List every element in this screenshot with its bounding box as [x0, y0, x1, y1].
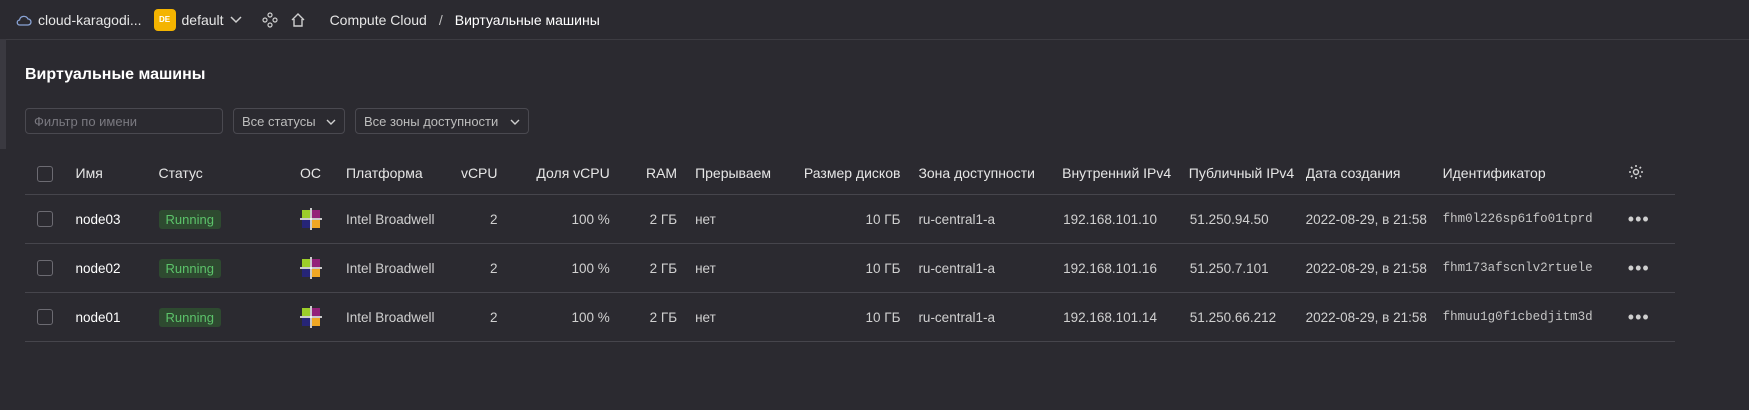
status-filter-label: Все статусы	[242, 113, 316, 129]
platform: Intel Broadwell	[345, 243, 453, 293]
column-header[interactable]: vCPU	[452, 152, 498, 195]
filter-bar: Все статусы Все зоны доступности	[25, 108, 1749, 134]
preemptible: нет	[677, 292, 772, 342]
breadcrumb-compute-cloud[interactable]: Compute Cloud	[330, 12, 427, 28]
centos-icon	[299, 306, 346, 328]
column-header[interactable]: Зона доступности	[900, 152, 1045, 195]
zone: ru-central1-a	[900, 194, 1045, 244]
column-header[interactable]: Дата создания	[1305, 152, 1443, 195]
status-filter-select[interactable]: Все статусы	[233, 108, 345, 134]
cloud-icon	[16, 14, 32, 26]
row-checkbox[interactable]	[37, 211, 53, 228]
ram: 2 ГБ	[609, 194, 678, 244]
table-row[interactable]: node02 Running Intel Broadwell 2 100 % 2…	[25, 243, 1675, 293]
vm-id: fhm173afscnlv2rtuele	[1442, 243, 1628, 293]
column-header[interactable]: Публичный IPv4	[1178, 152, 1306, 195]
name-filter-input[interactable]	[25, 108, 223, 134]
row-checkbox[interactable]	[37, 260, 53, 277]
breadcrumb-current: Виртуальные машины	[454, 11, 600, 28]
centos-icon	[299, 208, 346, 230]
top-bar: cloud-karagodi... DE default Compute Clo…	[0, 0, 1749, 40]
chevron-down-icon	[326, 114, 336, 129]
created-date: 2022-08-29, в 21:58	[1305, 243, 1443, 293]
zone-filter-label: Все зоны доступности	[364, 113, 499, 129]
public-ip: 51.250.7.101	[1178, 243, 1306, 293]
table-header-row: Имя Статус ОС Платформа vCPU Доля vCPU R…	[25, 152, 1675, 195]
folder-name: default	[181, 11, 224, 28]
public-ip: 51.250.66.212	[1178, 292, 1306, 342]
vm-name[interactable]: node01	[75, 292, 159, 342]
internal-ip: 192.168.101.16	[1044, 243, 1179, 293]
disk-size: 10 ГБ	[771, 292, 901, 342]
select-all-checkbox[interactable]	[37, 165, 53, 182]
ram: 2 ГБ	[609, 243, 678, 293]
created-date: 2022-08-29, в 21:58	[1305, 194, 1443, 244]
vm-name[interactable]: node03	[75, 194, 159, 244]
preemptible: нет	[677, 243, 772, 293]
platform: Intel Broadwell	[345, 292, 453, 342]
centos-icon	[299, 257, 346, 279]
folder-selector[interactable]: DE default	[153, 8, 242, 31]
page-title: Виртуальные машины	[25, 66, 206, 83]
main-content: Виртуальные машины Все статусы Все зоны …	[0, 66, 1749, 342]
table-row[interactable]: node01 Running Intel Broadwell 2 100 % 2…	[25, 292, 1675, 342]
chevron-down-icon	[230, 15, 242, 24]
vm-table: Имя Статус ОС Платформа vCPU Доля vCPU R…	[25, 152, 1675, 342]
breadcrumb-separator: /	[438, 11, 443, 28]
internal-ip: 192.168.101.10	[1044, 194, 1179, 244]
column-header[interactable]: Платформа	[345, 152, 453, 195]
vm-name[interactable]: node02	[75, 243, 159, 293]
zone: ru-central1-a	[900, 243, 1045, 293]
ram: 2 ГБ	[609, 292, 678, 342]
status-badge: Running	[158, 258, 221, 278]
gear-icon[interactable]	[1628, 164, 1644, 183]
disk-size: 10 ГБ	[771, 194, 901, 244]
vm-id: fhmuu1g0f1cbedjitm3d	[1442, 292, 1628, 342]
column-header[interactable]: Внутренний IPv4	[1044, 152, 1179, 195]
preemptible: нет	[677, 194, 772, 244]
zone-filter-select[interactable]: Все зоны доступности	[355, 108, 529, 134]
column-header[interactable]: Доля vCPU	[497, 152, 610, 195]
column-header[interactable]: RAM	[609, 152, 678, 195]
folder-badge: DE	[153, 8, 176, 31]
cloud-name: cloud-karagodi...	[38, 11, 142, 28]
platform: Intel Broadwell	[345, 194, 453, 244]
row-menu-button[interactable]: •••	[1628, 307, 1650, 327]
column-header[interactable]: Статус	[158, 152, 300, 195]
column-header[interactable]: Размер дисков	[771, 152, 901, 195]
column-header[interactable]: Имя	[75, 152, 159, 195]
status-badge: Running	[158, 209, 221, 229]
status-badge: Running	[158, 307, 221, 327]
created-date: 2022-08-29, в 21:58	[1305, 292, 1443, 342]
vcpu-share: 100 %	[497, 243, 610, 293]
vcpu: 2	[452, 243, 498, 293]
column-header[interactable]: ОС	[299, 152, 346, 195]
table-row[interactable]: node03 Running Intel Broadwell 2 100 % 2…	[25, 194, 1675, 244]
column-header[interactable]: Прерываемая	[677, 152, 772, 195]
zone: ru-central1-a	[900, 292, 1045, 342]
home-icon[interactable]	[290, 12, 306, 28]
cloud-selector[interactable]: cloud-karagodi...	[16, 12, 142, 28]
public-ip: 51.250.94.50	[1178, 194, 1306, 244]
row-menu-button[interactable]: •••	[1628, 209, 1650, 229]
vcpu-share: 100 %	[497, 292, 610, 342]
column-header[interactable]: Идентификатор	[1442, 152, 1628, 195]
vcpu: 2	[452, 292, 498, 342]
services-icon[interactable]	[261, 11, 278, 28]
chevron-down-icon	[510, 114, 520, 129]
disk-size: 10 ГБ	[771, 243, 901, 293]
vm-id: fhm0l226sp61fo01tprd	[1442, 194, 1628, 244]
row-checkbox[interactable]	[37, 309, 53, 326]
breadcrumb: Compute Cloud / Виртуальные машины	[330, 12, 600, 28]
vcpu-share: 100 %	[497, 194, 610, 244]
row-menu-button[interactable]: •••	[1628, 258, 1650, 278]
internal-ip: 192.168.101.14	[1044, 292, 1179, 342]
vcpu: 2	[452, 194, 498, 244]
